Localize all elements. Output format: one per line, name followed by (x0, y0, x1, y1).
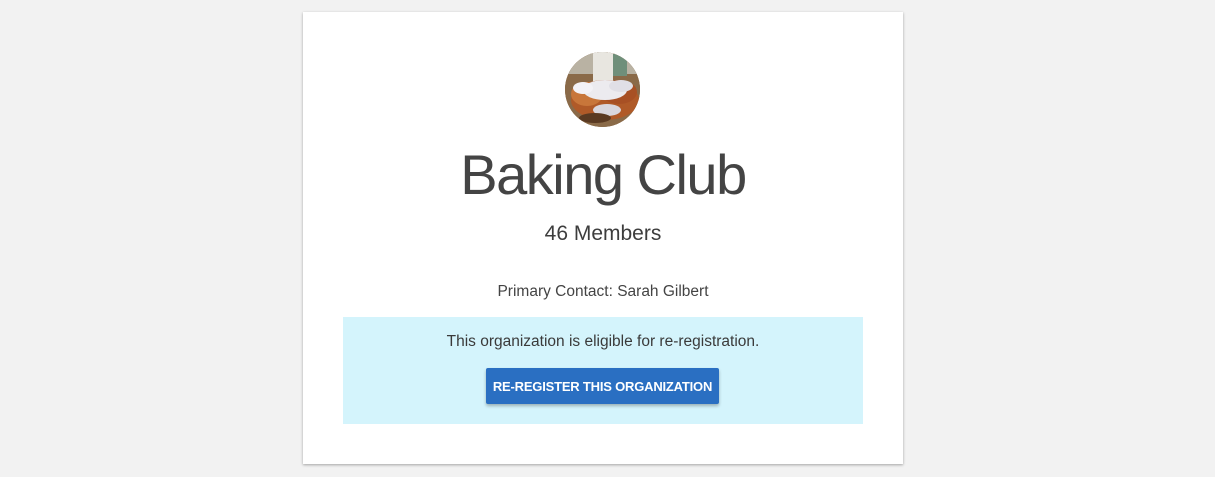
reregistration-notice: This organization is eligible for re-reg… (343, 317, 863, 424)
reregister-button[interactable]: RE-REGISTER THIS ORGANIZATION (486, 368, 719, 404)
organization-card: Baking Club 46 Members Primary Contact: … (303, 12, 903, 464)
baked-goods-photo-icon (565, 52, 640, 127)
organization-avatar (565, 52, 640, 127)
organization-name: Baking Club (460, 143, 747, 206)
member-count: 46 Members (544, 222, 662, 245)
primary-contact: Primary Contact: Sarah Gilbert (497, 283, 709, 300)
reregistration-message: This organization is eligible for re-reg… (446, 333, 760, 350)
